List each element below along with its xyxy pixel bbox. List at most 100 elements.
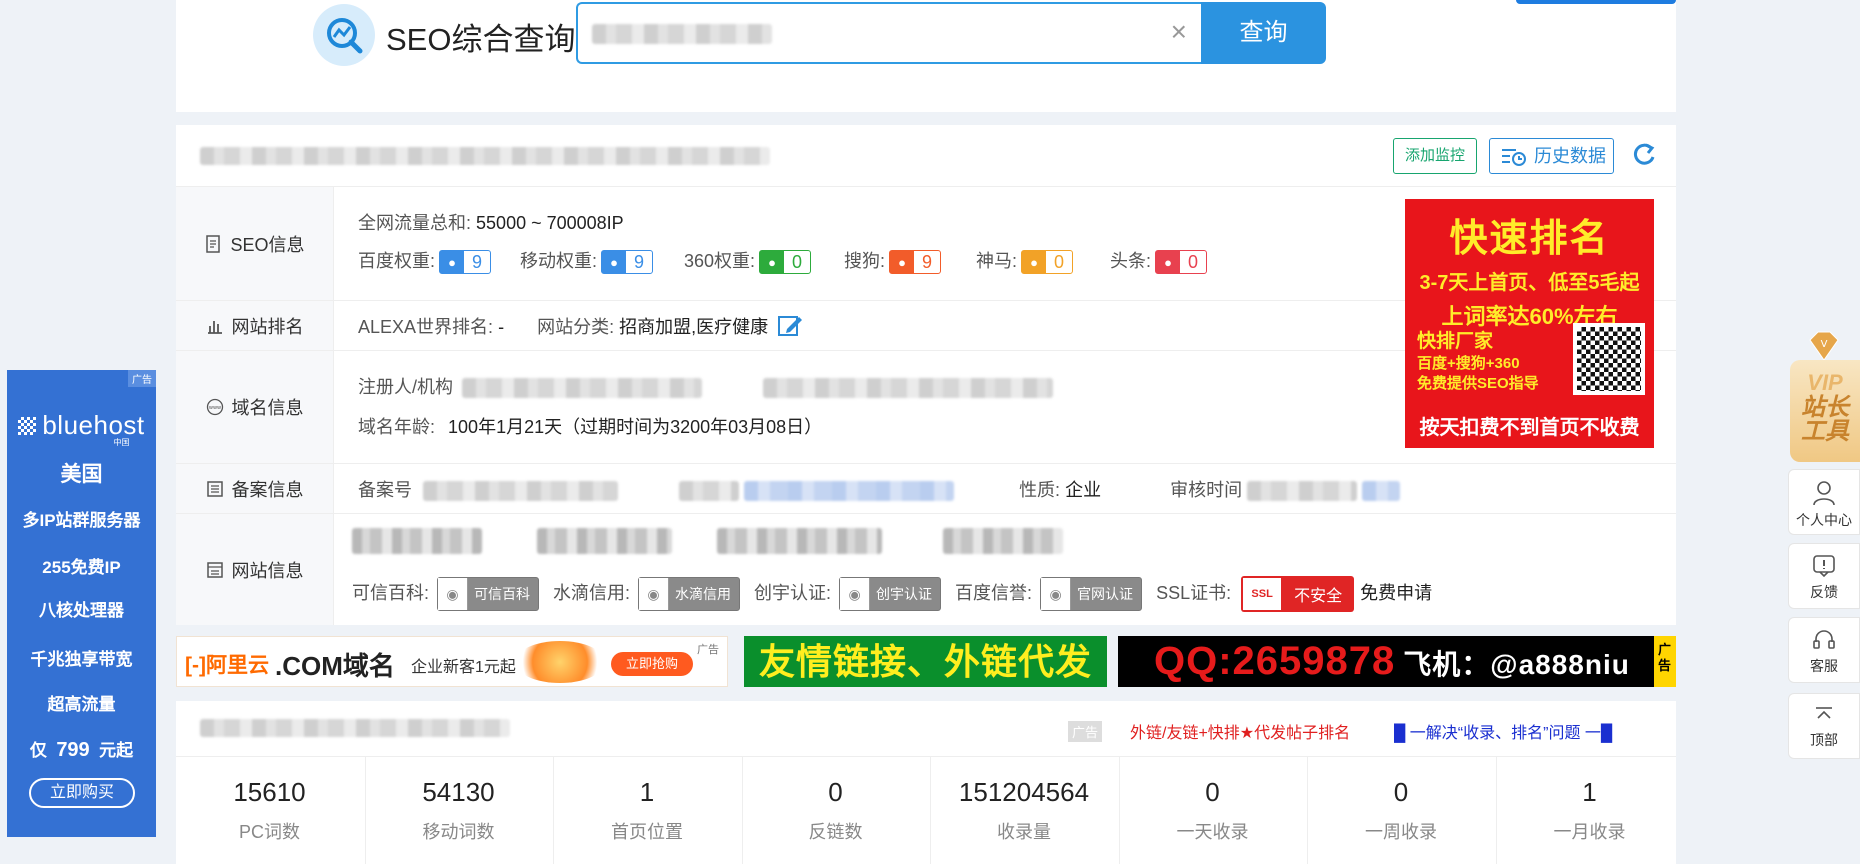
- clear-icon[interactable]: ×: [1171, 18, 1187, 46]
- baidu-paw-icon[interactable]: ● 9: [439, 250, 492, 275]
- stat-label: 收录量: [997, 822, 1051, 842]
- history-data-button[interactable]: 历史数据: [1489, 138, 1614, 174]
- icp-number-redacted: [423, 481, 619, 502]
- history-icon: [1502, 149, 1526, 166]
- document-icon: [206, 234, 221, 253]
- stat-value: 15610: [233, 777, 306, 807]
- email-redacted: [763, 378, 1054, 399]
- friend-link-banner-ad[interactable]: 友情链接、外链代发: [744, 636, 1107, 687]
- www-icon: www: [206, 398, 223, 416]
- tool-user[interactable]: 个人中心: [1788, 469, 1860, 535]
- ssl-item: SSL证书: SSL 不安全 免费申请: [1156, 576, 1432, 612]
- 360-logo-icon[interactable]: ● 0: [759, 250, 812, 275]
- site-info-label: 网站信息: [176, 514, 334, 625]
- tool-headset[interactable]: 客服: [1788, 617, 1860, 683]
- stat-item[interactable]: 0 一周收录: [1307, 757, 1494, 864]
- icp-label: 备案信息: [176, 464, 334, 513]
- weight-label: 神马:: [976, 251, 1018, 271]
- site-meta-redacted-1: [352, 528, 482, 554]
- cert-seal-icon: ◉: [639, 578, 670, 610]
- tool-label: 个人中心: [1796, 512, 1852, 528]
- stat-value: 0: [1393, 777, 1409, 807]
- cert-badge[interactable]: ◉ 可信百科: [437, 577, 540, 611]
- shenma-logo-icon[interactable]: ● 0: [1021, 250, 1074, 275]
- site-meta-redacted-3: [717, 528, 883, 554]
- user-icon: [1789, 480, 1859, 506]
- ad-link-backlinks[interactable]: 外链/友链+快排★代发帖子排名: [1130, 719, 1350, 743]
- bar-chart-icon: [207, 320, 222, 334]
- stat-item[interactable]: 54130 移动词数: [364, 757, 552, 864]
- search-button[interactable]: 查询: [1201, 2, 1326, 64]
- bluehost-logo: bluehost: [7, 410, 156, 441]
- aliyun-buy-button[interactable]: 立即抢购: [611, 652, 693, 676]
- stat-value: 54130: [422, 777, 495, 807]
- weight-value: 0: [1054, 251, 1065, 272]
- site-info-card: 添加监控 历史数据 SEO信息 全网流量总和: 55000 ~ 700008IP…: [176, 125, 1676, 625]
- tool-feedback[interactable]: 反馈: [1788, 543, 1860, 609]
- domain-label: www 域名信息: [176, 351, 334, 463]
- diamond-icon: V: [1809, 331, 1839, 361]
- info-header: 添加监控 历史数据: [176, 125, 1676, 187]
- domain-age: 100年1月21天（过期时间为3200年03月08日）: [448, 417, 823, 437]
- review-time-redacted: [1247, 481, 1358, 502]
- weight-value: 9: [922, 251, 933, 272]
- site-info-content: 可信百科: ◉ 可信百科 水滴信用: ◉ 水滴信用 创宇认证: ◉ 创宇认证 百度信誉: ◉ 官网认证…: [352, 514, 1676, 625]
- weight-value: 9: [634, 251, 645, 272]
- toutiao-logo-icon[interactable]: ● 0: [1155, 250, 1208, 275]
- edit-icon[interactable]: [777, 313, 803, 339]
- bluehost-feature: 美国: [60, 463, 103, 486]
- icp-nature: 企业: [1065, 480, 1102, 500]
- bluehost-buy-button[interactable]: 立即购买: [29, 778, 135, 808]
- refresh-icon[interactable]: [1631, 141, 1657, 169]
- sogou-logo-icon[interactable]: ● 9: [889, 250, 942, 275]
- ssl-apply-link[interactable]: 免费申请: [1360, 583, 1432, 603]
- tool-label: 顶部: [1810, 732, 1838, 748]
- vip-tools-widget[interactable]: V VIP 站长 工具: [1786, 330, 1860, 462]
- bluehost-feature: 多IP站群服务器: [22, 511, 141, 530]
- stats-header: 广告 外链/友链+快排★代发帖子排名 █ 一解决“收录、排名”问题 一█: [176, 701, 1676, 757]
- search-input[interactable]: ×: [576, 2, 1201, 64]
- stat-item[interactable]: 0 一天收录: [1118, 757, 1306, 864]
- record-icon: [206, 480, 223, 497]
- rank-label: 网站排名: [176, 301, 334, 350]
- add-monitor-button[interactable]: 添加监控: [1393, 138, 1477, 174]
- cert-badge[interactable]: ◉ 创宇认证: [839, 577, 942, 611]
- registrant-redacted: [462, 378, 703, 399]
- ad-link-indexing[interactable]: █ 一解决“收录、排名”问题 一█: [1394, 719, 1612, 743]
- weight-label: 百度权重:: [358, 251, 436, 271]
- aliyun-banner-ad[interactable]: [-]阿里云 .COM域名 企业新客1元起 立即抢购 广告: [176, 636, 728, 687]
- icp-content: 备案号 性质: 企业 审核时间: [358, 464, 1676, 513]
- site-info-row: 网站信息 可信百科: ◉ 可信百科 水滴信用: ◉ 水滴信用 创宇认证: ◉ 创宇认证 百度信誉:…: [176, 514, 1676, 625]
- cert-badge[interactable]: ◉ 官网认证: [1040, 577, 1143, 611]
- weight-item: 移动权重: ● 9: [520, 247, 654, 275]
- stat-item[interactable]: 15610 PC词数: [176, 757, 363, 864]
- baidu-paw-icon[interactable]: ● 9: [601, 250, 654, 275]
- stat-item[interactable]: 1 一月收录: [1495, 757, 1683, 864]
- cert-seal-icon: ◉: [1041, 578, 1072, 610]
- cert-badge[interactable]: ◉ 水滴信用: [638, 577, 741, 611]
- stat-item[interactable]: 151204564 收录量: [930, 757, 1117, 864]
- site-meta-redacted-2: [537, 528, 673, 554]
- ssl-badge[interactable]: SSL 不安全: [1241, 576, 1355, 612]
- feedback-icon: [1789, 554, 1859, 578]
- cert-label: 创宇认证:: [754, 582, 832, 603]
- stat-item[interactable]: 0 反链数: [741, 757, 929, 864]
- search-header: SEO综合查询 × 查询: [176, 0, 1676, 112]
- site-icon: [206, 561, 223, 578]
- tool-arrow-up[interactable]: 顶部: [1788, 693, 1860, 759]
- cert-label: 水滴信用:: [553, 582, 631, 603]
- weight-value: 0: [792, 251, 803, 272]
- qq-banner-ad[interactable]: QQ:2659878 飞机：@a888niu 广告: [1118, 636, 1676, 687]
- stat-label: 移动词数: [422, 822, 495, 842]
- site-title: SEO综合查询: [386, 22, 576, 57]
- tool-label: 反馈: [1810, 584, 1838, 600]
- icp-link-redacted[interactable]: [744, 481, 955, 502]
- quick-rank-ad[interactable]: 快速排名 3-7天上首页、低至5毛起 上词率达60%左右 快排厂家 百度+搜狗+…: [1405, 199, 1654, 448]
- headset-icon: [1789, 628, 1859, 652]
- svg-text:V: V: [1821, 339, 1828, 350]
- tool-label: 客服: [1810, 658, 1838, 674]
- stat-item[interactable]: 1 首页位置: [553, 757, 740, 864]
- stat-value: 0: [828, 777, 843, 807]
- cert-label: 可信百科:: [352, 582, 430, 603]
- bluehost-side-ad[interactable]: 广告 bluehost 中国 美国 多IP站群服务器 255免费IP 八核处理器 千兆独…: [7, 370, 156, 837]
